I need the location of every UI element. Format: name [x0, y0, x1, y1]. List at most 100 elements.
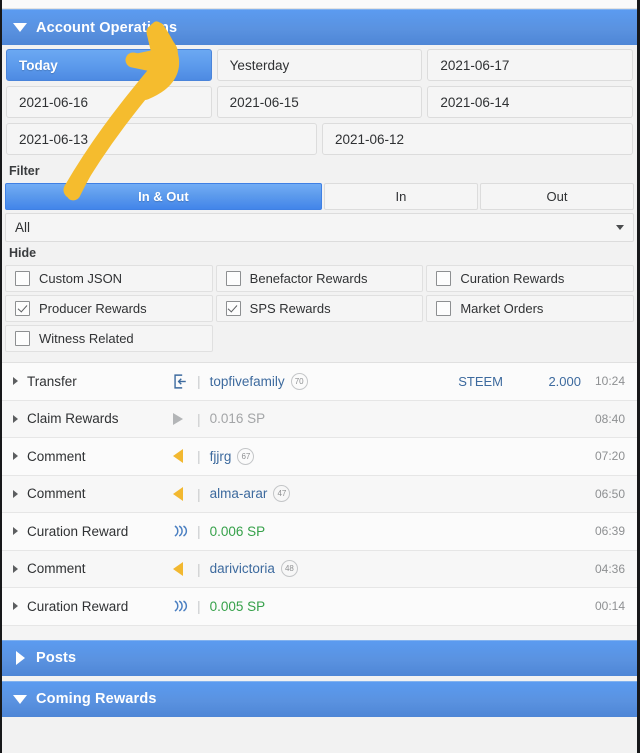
- date-selector: Today Yesterday 2021-06-17 2021-06-16 20…: [2, 45, 637, 155]
- checkbox-benefactor-rewards[interactable]: Benefactor Rewards: [215, 265, 424, 292]
- section-title: Account Operations: [36, 19, 178, 36]
- table-row[interactable]: Comment | alma-arar 47 06:50: [2, 475, 637, 513]
- table-row[interactable]: Comment | darivictoria 48 04:36: [2, 550, 637, 588]
- reputation-badge: 67: [237, 447, 255, 465]
- checkbox-icon: [436, 301, 452, 316]
- checkbox-label: Witness Related: [39, 331, 134, 346]
- table-row[interactable]: Comment | fjjrg 67 07:20: [2, 438, 637, 476]
- tab-out[interactable]: Out: [479, 183, 635, 210]
- divider: |: [197, 523, 201, 540]
- divider: |: [197, 410, 201, 427]
- operation-type: Claim Rewards: [27, 411, 119, 427]
- reputation-badge: 70: [290, 372, 308, 390]
- section-title: Posts: [36, 650, 77, 666]
- amount-label: 0.016 SP: [209, 411, 266, 427]
- operation-detail: fjjrg 67: [210, 447, 423, 465]
- spacer-cell: [216, 325, 424, 352]
- hide-row: Witness Related: [5, 325, 634, 352]
- list-footer-spacer: [2, 625, 637, 640]
- date-button-2021-06-12[interactable]: 2021-06-12: [322, 123, 633, 155]
- checkbox-icon: [225, 271, 241, 286]
- section-header-account-operations[interactable]: Account Operations: [2, 9, 637, 45]
- divider: |: [197, 373, 201, 390]
- checkbox-label: Benefactor Rewards: [249, 271, 368, 286]
- divider: |: [197, 448, 201, 465]
- amount-label: 0.005 SP: [209, 598, 266, 614]
- checkbox-witness-related[interactable]: Witness Related: [5, 325, 213, 352]
- divider: |: [197, 560, 201, 577]
- expand-caret-icon[interactable]: [13, 527, 18, 536]
- date-button-2021-06-13[interactable]: 2021-06-13: [6, 123, 317, 155]
- operation-type-select[interactable]: All: [5, 213, 634, 242]
- operation-detail: 0.005 SP: [210, 599, 423, 614]
- timestamp: 10:24: [594, 374, 625, 389]
- checkbox-label: Market Orders: [460, 301, 544, 316]
- table-row[interactable]: Transfer | topfivefamily 70 STEEM 2.000 …: [2, 363, 637, 401]
- timestamp: 08:40: [594, 411, 625, 426]
- reputation-badge: 48: [280, 560, 298, 578]
- timestamp: 07:20: [594, 449, 625, 464]
- operation-detail: darivictoria 48: [210, 560, 423, 578]
- checkbox-icon: [436, 271, 452, 286]
- expand-caret-icon[interactable]: [13, 452, 18, 461]
- reputation-badge: 47: [273, 485, 291, 503]
- expand-caret-icon[interactable]: [13, 602, 18, 611]
- section-header-coming-rewards[interactable]: Coming Rewards: [2, 680, 637, 717]
- operation-type: Comment: [27, 448, 86, 464]
- chevron-down-icon: [616, 225, 624, 230]
- date-button-today[interactable]: Today: [6, 49, 212, 81]
- checkbox-producer-rewards[interactable]: Producer Rewards: [5, 295, 213, 322]
- expand-caret-icon[interactable]: [13, 377, 18, 386]
- checkbox-market-orders[interactable]: Market Orders: [426, 295, 635, 322]
- timestamp: 04:36: [594, 561, 625, 576]
- expand-caret-icon[interactable]: [13, 414, 18, 423]
- tab-in-and-out[interactable]: In & Out: [5, 183, 322, 210]
- sign-in-icon: [173, 374, 193, 389]
- date-button-2021-06-17[interactable]: 2021-06-17: [427, 49, 634, 81]
- operation-detail: alma-arar 47: [210, 485, 423, 503]
- expand-caret-icon[interactable]: [13, 564, 18, 573]
- date-button-2021-06-16[interactable]: 2021-06-16: [6, 86, 212, 118]
- hide-options: Custom JSON Benefactor Rewards Curation …: [2, 265, 637, 362]
- checkbox-label: SPS Rewards: [249, 301, 331, 316]
- account-link[interactable]: fjjrg: [210, 449, 232, 464]
- operations-list: Transfer | topfivefamily 70 STEEM 2.000 …: [2, 362, 637, 640]
- date-button-2021-06-14[interactable]: 2021-06-14: [427, 86, 634, 118]
- table-row[interactable]: Curation Reward | 0.006 SP 06:39: [2, 513, 637, 551]
- operation-detail: 0.006 SP: [210, 524, 423, 539]
- steem-logo-icon: [173, 524, 193, 538]
- section-header-posts[interactable]: Posts: [2, 639, 637, 676]
- date-row: 2021-06-16 2021-06-15 2021-06-14: [6, 86, 634, 118]
- amount-value: 2.000: [548, 373, 581, 389]
- timestamp: 00:14: [594, 599, 625, 614]
- table-row[interactable]: Claim Rewards | 0.016 SP 08:40: [2, 400, 637, 438]
- date-button-yesterday[interactable]: Yesterday: [216, 49, 423, 81]
- operation-detail: 0.016 SP: [210, 411, 423, 426]
- checkbox-sps-rewards[interactable]: SPS Rewards: [215, 295, 424, 322]
- hide-row: Producer Rewards SPS Rewards Market Orde…: [5, 295, 635, 322]
- reply-triangle-icon: [173, 449, 193, 464]
- operation-type: Comment: [27, 561, 86, 577]
- table-row[interactable]: Curation Reward | 0.005 SP 00:14: [2, 588, 637, 626]
- checkbox-checked-icon: [225, 301, 241, 316]
- filter-direction-tabs: In & Out In Out: [2, 183, 637, 210]
- account-link[interactable]: topfivefamily: [210, 374, 285, 389]
- date-button-2021-06-15[interactable]: 2021-06-15: [216, 86, 423, 118]
- spacer-cell: [426, 325, 634, 352]
- account-link[interactable]: alma-arar: [210, 486, 268, 501]
- checkbox-curation-rewards[interactable]: Curation Rewards: [426, 265, 635, 292]
- operation-type: Transfer: [27, 373, 77, 389]
- divider: |: [197, 598, 201, 615]
- tab-in[interactable]: In: [323, 183, 478, 210]
- operation-detail: topfivefamily 70: [210, 372, 423, 390]
- checkbox-icon: [15, 271, 30, 286]
- operation-type: Comment: [27, 486, 86, 502]
- expand-caret-icon[interactable]: [13, 489, 18, 498]
- checkbox-label: Curation Rewards: [460, 271, 565, 286]
- divider: |: [197, 485, 201, 502]
- date-row: 2021-06-13 2021-06-12: [6, 123, 633, 155]
- checkbox-custom-json[interactable]: Custom JSON: [5, 265, 213, 292]
- checkbox-label: Producer Rewards: [39, 301, 147, 316]
- account-link[interactable]: darivictoria: [210, 561, 275, 576]
- operation-type: Curation Reward: [27, 598, 129, 614]
